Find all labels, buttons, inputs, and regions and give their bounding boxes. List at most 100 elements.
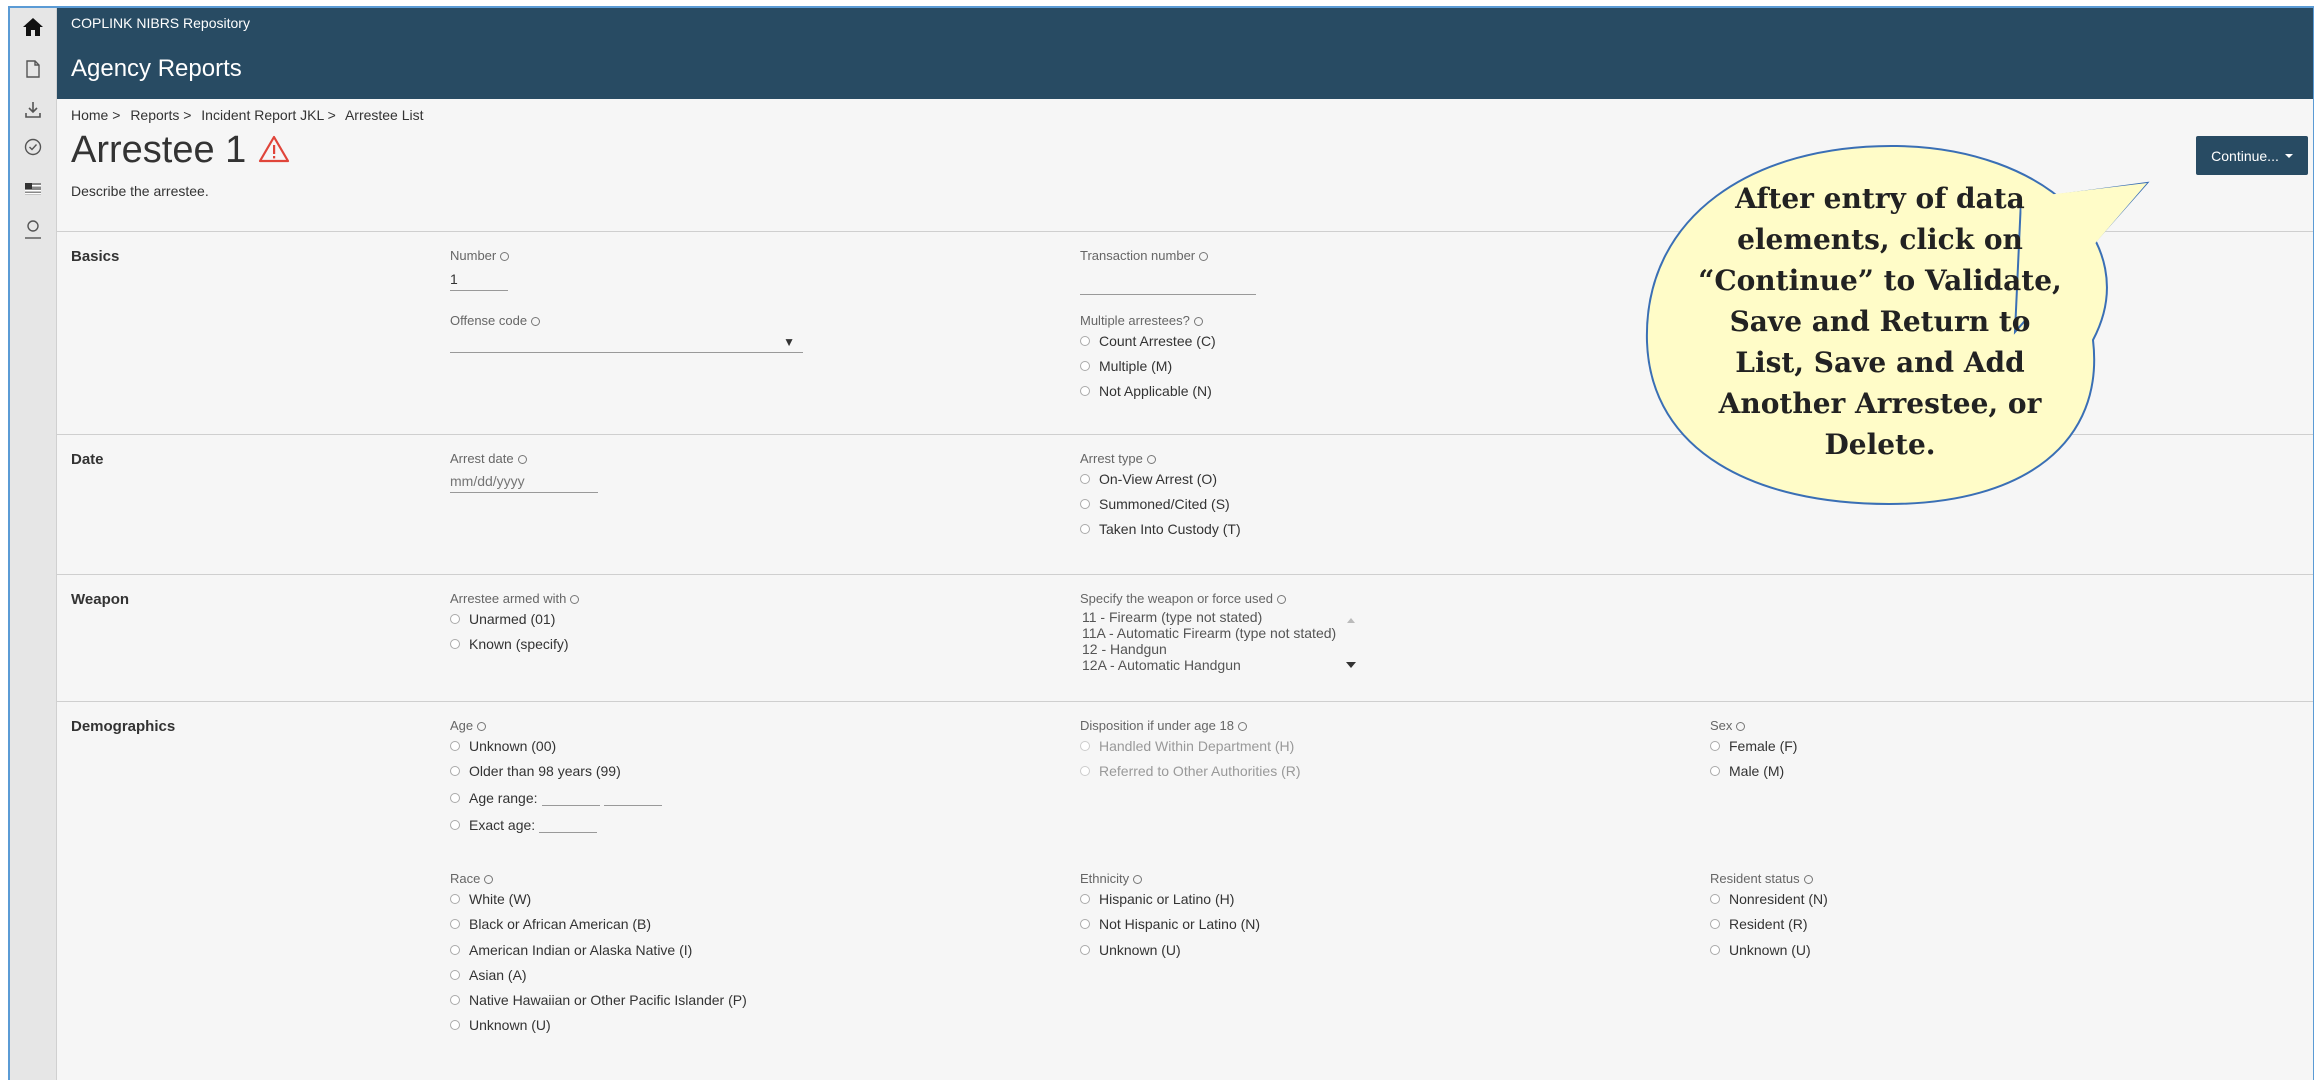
info-icon <box>1199 252 1209 261</box>
offense-code-select[interactable]: ▼ <box>450 334 803 353</box>
radio-summoned-cited[interactable]: Summoned/Cited (S) <box>1080 496 1230 512</box>
info-icon <box>1803 875 1813 884</box>
dropdown-arrow-icon: ▼ <box>783 335 795 349</box>
radio-known-specify[interactable]: Known (specify) <box>450 636 569 652</box>
age-range-from-input[interactable] <box>541 791 600 806</box>
sex-label: Sex <box>1710 718 1746 733</box>
list-item[interactable]: 12 - Handgun <box>1082 641 1336 657</box>
radio-not-applicable[interactable]: Not Applicable (N) <box>1080 383 1212 399</box>
info-icon <box>484 875 494 884</box>
weapon-listbox[interactable]: 11 - Firearm (type not stated) 11A - Aut… <box>1082 609 1336 673</box>
list-item[interactable]: 11 - Firearm (type not stated) <box>1082 609 1336 625</box>
info-icon <box>500 252 510 261</box>
breadcrumb-incident-report[interactable]: Incident Report JKL > <box>201 107 336 123</box>
age-label: Age <box>450 718 487 733</box>
listbox-scrollbar[interactable] <box>1344 613 1358 673</box>
radio-referred-other-authorities[interactable]: Referred to Other Authorities (R) <box>1080 763 1301 779</box>
callout-line: Another Arrestee, or <box>1718 387 2042 420</box>
disposition-label: Disposition if under age 18 <box>1080 718 1247 733</box>
radio-handled-within-department[interactable]: Handled Within Department (H) <box>1080 738 1294 754</box>
section-title-weapon: Weapon <box>71 591 130 608</box>
section-title-date: Date <box>71 451 104 468</box>
arrest-date-input[interactable] <box>450 472 598 493</box>
radio-sex-male[interactable]: Male (M) <box>1710 763 1784 779</box>
continue-button-label: Continue... <box>2211 147 2279 164</box>
number-input[interactable] <box>450 270 508 291</box>
section-weapon: Weapon Arrestee armed with Unarmed (01) … <box>57 574 2313 702</box>
radio-sex-female[interactable]: Female (F) <box>1710 738 1797 754</box>
document-icon[interactable] <box>10 56 56 82</box>
number-label: Number <box>450 248 510 263</box>
callout-line: After entry of data <box>1735 182 2025 215</box>
home-icon[interactable] <box>10 14 56 40</box>
radio-age-older-98[interactable]: Older than 98 years (99) <box>450 763 621 779</box>
info-icon <box>517 455 527 464</box>
multiple-arrestees-label: Multiple arrestees? <box>1080 313 1203 328</box>
user-icon[interactable] <box>10 216 56 242</box>
info-icon <box>1736 722 1746 731</box>
radio-taken-into-custody[interactable]: Taken Into Custody (T) <box>1080 521 1241 537</box>
caret-down-icon <box>2284 153 2293 158</box>
flag-icon[interactable] <box>10 176 56 202</box>
radio-unarmed[interactable]: Unarmed (01) <box>450 611 555 627</box>
breadcrumb-arrestee-list[interactable]: Arrestee List <box>345 107 424 123</box>
callout-line: elements, click on <box>1737 223 2023 256</box>
continue-button[interactable]: Continue... <box>2196 136 2308 175</box>
info-icon <box>477 722 487 731</box>
radio-resident-unknown[interactable]: Unknown (U) <box>1710 942 1811 958</box>
age-range-to-input[interactable] <box>603 791 662 806</box>
check-circle-icon[interactable] <box>10 134 56 160</box>
radio-resident[interactable]: Resident (R) <box>1710 916 1808 932</box>
radio-multiple[interactable]: Multiple (M) <box>1080 358 1172 374</box>
radio-not-hispanic[interactable]: Not Hispanic or Latino (N) <box>1080 916 1260 932</box>
callout-line: List, Save and Add <box>1735 346 2025 379</box>
page-title: Arrestee 1 <box>71 129 290 173</box>
download-icon[interactable] <box>10 97 56 123</box>
radio-exact-age[interactable]: Exact age: <box>450 817 598 833</box>
radio-on-view-arrest[interactable]: On-View Arrest (O) <box>1080 471 1217 487</box>
arrest-date-label: Arrest date <box>450 451 527 466</box>
callout-line: Save and Return to <box>1729 305 2031 338</box>
breadcrumb-reports[interactable]: Reports > <box>130 107 191 123</box>
race-label: Race <box>450 871 494 886</box>
list-item[interactable]: 11A - Automatic Firearm (type not stated… <box>1082 625 1336 641</box>
transaction-number-input[interactable] <box>1080 274 1256 295</box>
info-icon <box>570 595 580 604</box>
radio-ethnicity-unknown[interactable]: Unknown (U) <box>1080 942 1181 958</box>
info-icon <box>1146 455 1156 464</box>
page-title-text: Arrestee 1 <box>71 129 247 171</box>
info-icon <box>1193 317 1203 326</box>
specify-weapon-label: Specify the weapon or force used <box>1080 591 1286 606</box>
radio-race-white[interactable]: White (W) <box>450 891 531 907</box>
radio-race-unknown[interactable]: Unknown (U) <box>450 1017 551 1033</box>
radio-age-unknown[interactable]: Unknown (00) <box>450 738 556 754</box>
radio-nonresident[interactable]: Nonresident (N) <box>1710 891 1828 907</box>
app-name: COPLINK NIBRS Repository <box>71 15 250 31</box>
offense-code-label: Offense code <box>450 313 541 328</box>
radio-count-arrestee[interactable]: Count Arrestee (C) <box>1080 333 1216 349</box>
breadcrumb-home[interactable]: Home > <box>71 107 120 123</box>
resident-status-label: Resident status <box>1710 871 1813 886</box>
radio-hispanic[interactable]: Hispanic or Latino (H) <box>1080 891 1234 907</box>
callout-line: “Continue” to Validate, <box>1698 264 2062 297</box>
callout-line: Delete. <box>1824 428 1936 461</box>
warning-icon <box>258 130 290 173</box>
radio-race-native-hawaiian[interactable]: Native Hawaiian or Other Pacific Islande… <box>450 992 747 1008</box>
breadcrumb: Home > Reports > Incident Report JKL > A… <box>71 107 430 123</box>
header-section-title: Agency Reports <box>71 55 242 82</box>
armed-with-label: Arrestee armed with <box>450 591 580 606</box>
page-subtitle: Describe the arrestee. <box>71 183 209 199</box>
ethnicity-label: Ethnicity <box>1080 871 1143 886</box>
info-icon <box>1276 595 1286 604</box>
section-title-demographics: Demographics <box>71 718 176 735</box>
radio-race-black[interactable]: Black or African American (B) <box>450 916 651 932</box>
radio-race-american-indian[interactable]: American Indian or Alaska Native (I) <box>450 942 692 958</box>
exact-age-input[interactable] <box>539 818 598 833</box>
callout-text: After entry of data elements, click on “… <box>1660 178 2100 465</box>
radio-race-asian[interactable]: Asian (A) <box>450 967 527 983</box>
transaction-number-label: Transaction number <box>1080 248 1209 263</box>
radio-age-range[interactable]: Age range: <box>450 790 662 806</box>
arrest-type-label: Arrest type <box>1080 451 1156 466</box>
left-sidebar <box>10 8 57 1080</box>
list-item[interactable]: 12A - Automatic Handgun <box>1082 657 1336 673</box>
